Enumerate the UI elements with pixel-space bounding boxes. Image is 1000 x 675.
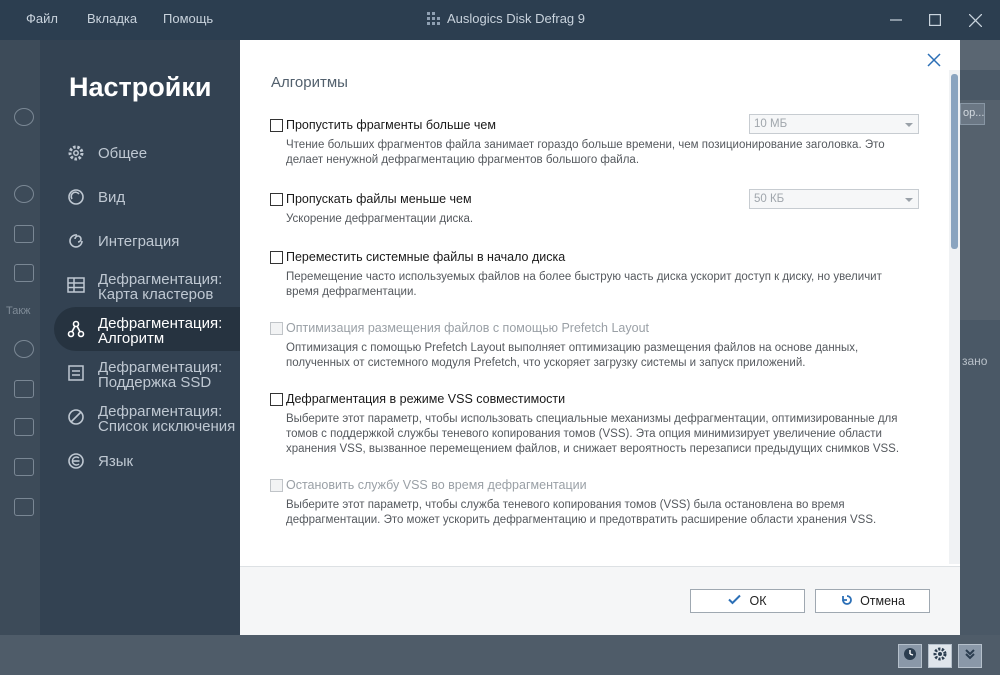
menu-file[interactable]: Файл	[26, 11, 58, 26]
file-size-value: 50 КБ	[754, 193, 785, 205]
nav-item-language[interactable]: Язык	[54, 439, 240, 483]
option-label: Остановить службу VSS во время дефрагмен…	[286, 478, 587, 492]
nav-label: Общее	[98, 145, 148, 162]
ssd-drive-icon	[14, 264, 34, 282]
menu-tab[interactable]: Вкладка	[87, 11, 137, 26]
schedule-button[interactable]	[898, 644, 922, 668]
nav-item-cluster-map[interactable]: Дефрагментация: Карта кластеров	[54, 263, 240, 307]
background-left-rail	[0, 40, 40, 635]
nav-item-integration[interactable]: Интеграция	[54, 219, 240, 263]
nav-label: Язык	[98, 453, 134, 470]
skip-large-fragments-checkbox[interactable]	[270, 118, 283, 132]
nav-label: Дефрагментация: Список исключения	[98, 403, 236, 435]
cluster-map-icon	[66, 275, 86, 295]
algorithm-icon	[66, 319, 86, 339]
file-size-select[interactable]: 50 КБ	[749, 189, 919, 209]
registry-icon	[14, 380, 34, 398]
chart-icon	[14, 498, 34, 516]
option-description: Оптимизация с помощью Prefetch Layout вы…	[286, 342, 859, 369]
option-description: Выберите этот параметр, чтобы служба тен…	[286, 499, 877, 526]
expand-button[interactable]	[958, 644, 982, 668]
option-description: Ускорение дефрагментации диска.	[286, 213, 474, 225]
nav-label: Дефрагментация: Поддержка SSD	[98, 359, 223, 391]
background-right-text: зано	[962, 354, 988, 368]
clock-icon	[903, 647, 917, 666]
option-label: Оптимизация размещения файлов с помощью …	[286, 321, 650, 335]
file-icon	[14, 418, 34, 436]
nav-label: Интеграция	[98, 233, 180, 250]
nav-item-exclusions[interactable]: Дефрагментация: Список исключения	[54, 395, 240, 439]
nav-item-algorithm[interactable]: Дефрагментация: Алгоритм	[54, 307, 240, 351]
background-right-button: ор...	[960, 103, 985, 125]
double-chevron-down-icon	[964, 647, 976, 665]
ok-label: ОК	[749, 594, 767, 608]
ok-button[interactable]: ОК	[690, 589, 805, 613]
nav-item-ssd[interactable]: Дефрагментация: Поддержка SSD	[54, 351, 240, 395]
option-label: Дефрагментация в режиме VSS совместимост…	[286, 392, 566, 406]
option-move-system-files: Переместить системные файлы в начало дис…	[270, 249, 920, 300]
option-label: Пропустить фрагменты больше чем	[286, 118, 496, 132]
window-icon	[14, 458, 34, 476]
scrollbar-thumb[interactable]	[951, 74, 958, 249]
close-icon	[925, 53, 943, 73]
app-logo-icon	[427, 12, 440, 25]
app-title: Auslogics Disk Defrag 9	[427, 11, 585, 26]
option-description: Перемещение часто используемых файлов на…	[286, 271, 882, 298]
option-label: Переместить системные файлы в начало дис…	[286, 250, 566, 264]
move-system-files-checkbox[interactable]	[270, 250, 283, 264]
close-dialog-button[interactable]	[925, 51, 943, 69]
option-description: Чтение больших фрагментов файла занимает…	[286, 139, 885, 166]
nav-item-general[interactable]: Общее	[54, 131, 240, 175]
background-right-panel	[960, 100, 1000, 320]
drive-icon	[14, 185, 34, 203]
option-label: Пропускать файлы меньше чем	[286, 192, 472, 206]
chevron-down-icon	[905, 123, 913, 127]
gear-icon	[933, 647, 947, 666]
settings-button[interactable]	[928, 644, 952, 668]
title-bar: Файл Вкладка Помощь Auslogics Disk Defra…	[0, 0, 1000, 40]
stop-vss-checkbox[interactable]	[270, 478, 283, 492]
settings-heading: Настройки	[69, 72, 212, 102]
folder-icon	[14, 225, 34, 243]
cancel-label: Отмена	[860, 594, 905, 608]
nav-label: Вид	[98, 189, 126, 206]
nav-label: Дефрагментация: Алгоритм	[98, 315, 223, 347]
fragment-size-select[interactable]: 10 МБ	[749, 114, 919, 134]
chevron-down-icon	[905, 198, 913, 202]
fragment-size-value: 10 МБ	[754, 118, 788, 130]
app-title-text: Auslogics Disk Defrag 9	[447, 11, 585, 26]
exclusion-icon	[66, 407, 86, 427]
menu-help[interactable]: Помощь	[163, 11, 213, 26]
ssd-icon	[66, 363, 86, 383]
section-title: Алгоритмы	[271, 74, 348, 91]
palette-icon	[66, 187, 86, 207]
prefetch-layout-checkbox[interactable]	[270, 321, 283, 335]
cancel-button[interactable]: Отмена	[815, 589, 930, 613]
checkmark-icon	[728, 594, 742, 608]
option-description: Выберите этот параметр, чтобы использова…	[286, 413, 900, 455]
undo-icon	[840, 594, 852, 609]
vss-compatible-checkbox[interactable]	[270, 392, 283, 406]
skip-small-files-checkbox[interactable]	[270, 192, 283, 206]
option-vss-compatible: Дефрагментация в режиме VSS совместимост…	[270, 391, 920, 457]
gear-icon	[66, 143, 86, 163]
nav-label: Дефрагментация: Карта кластеров	[98, 271, 223, 303]
integration-icon	[66, 231, 86, 251]
bottom-bar	[0, 635, 1000, 675]
option-prefetch-layout: Оптимизация размещения файлов с помощью …	[270, 320, 920, 371]
option-stop-vss: Остановить службу VSS во время дефрагмен…	[270, 477, 920, 528]
close-window-button[interactable]	[961, 6, 989, 34]
language-icon	[66, 451, 86, 471]
nav-item-view[interactable]: Вид	[54, 175, 240, 219]
disk-icon	[14, 108, 34, 126]
background-side-label: Такж	[6, 305, 31, 317]
maximize-button[interactable]	[921, 6, 949, 34]
minimize-button[interactable]	[882, 6, 910, 34]
tool-icon	[14, 340, 34, 358]
